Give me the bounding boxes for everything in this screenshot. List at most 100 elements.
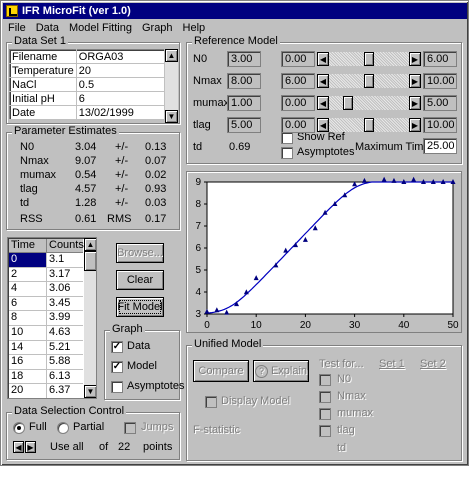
dataset-value[interactable]: 20 (76, 63, 166, 78)
slider-thumb[interactable] (364, 52, 374, 66)
dataset-value[interactable]: 13/02/1999 (76, 105, 166, 120)
slider-right-icon[interactable]: ▶ (409, 74, 421, 88)
data-table[interactable]: Time Counts 0 3.1 2 3.17 4 3.06 6 3.45 8 3.99 10 4.… (7, 237, 97, 399)
ref-value-field[interactable]: 1.00 (227, 95, 261, 111)
full-radio[interactable] (13, 422, 25, 434)
slider-thumb[interactable] (364, 118, 374, 132)
menu-graph[interactable]: Graph (137, 20, 178, 36)
ref-param-name: tlag (193, 119, 211, 131)
ref-min-field[interactable]: 0.00 (281, 117, 315, 133)
data-checkbox[interactable]: ✓ (111, 341, 123, 353)
explain-button[interactable]: ? Explain (253, 360, 309, 382)
max-time-input[interactable]: 25.00 (423, 138, 457, 154)
asymptotes-checkbox[interactable] (111, 381, 123, 393)
ref-max-field[interactable]: 5.00 (423, 95, 457, 111)
y-tick-label: 6 (195, 243, 201, 254)
test-checkbox[interactable] (319, 391, 331, 403)
ref-asymptotes-label: Asymptotes (297, 146, 355, 158)
slider-left-icon[interactable]: ◀ (317, 96, 329, 110)
dataset-value[interactable]: ORGA03 (76, 49, 166, 64)
reference-label: Reference Model (192, 35, 280, 47)
set2-link[interactable]: Set 2 (420, 358, 446, 370)
table-row[interactable]: 16 5.88 (9, 355, 83, 370)
jumps-checkbox[interactable] (124, 422, 136, 434)
table-row[interactable]: 0 3.1 (9, 253, 83, 268)
dataset-group: Data Set 1 Filename ORGA03 Temperature 20 … (6, 35, 180, 124)
ref-max-field[interactable]: 6.00 (423, 51, 457, 67)
scroll-down-icon[interactable]: ▼ (84, 385, 96, 398)
table-scrollbar[interactable]: ▲ ▼ (84, 238, 96, 398)
estimate-value: 9.07 (75, 155, 97, 167)
estimate-error: 0.03 (145, 197, 167, 209)
set1-link[interactable]: Set 1 (379, 358, 405, 370)
browse-button[interactable]: Browse... (116, 243, 164, 263)
menu-help[interactable]: Help (178, 20, 211, 36)
y-tick-label: 4 (195, 287, 201, 298)
table-row[interactable]: 2 3.17 (9, 267, 83, 283)
scroll-up-icon[interactable]: ▲ (165, 49, 178, 62)
ref-value-field[interactable]: 5.00 (227, 117, 261, 133)
table-row[interactable]: 6 3.45 (9, 296, 83, 312)
test-checkbox[interactable] (319, 425, 331, 437)
dataset-value[interactable]: 0.5 (76, 77, 166, 92)
menu-file[interactable]: File (3, 20, 31, 36)
ref-slider[interactable]: ◀ ▶ (317, 74, 421, 88)
ref-asymptotes-checkbox[interactable] (281, 147, 293, 159)
slider-left-icon[interactable]: ◀ (317, 52, 329, 66)
display-model-checkbox[interactable] (205, 396, 217, 408)
menu-model-fitting[interactable]: Model Fitting (64, 20, 137, 36)
prev-arrow-icon[interactable]: ◀ (13, 441, 24, 453)
slider-right-icon[interactable]: ▶ (409, 118, 421, 132)
table-row[interactable]: 14 5.21 (9, 340, 83, 356)
dataset-scrollbar[interactable]: ▲ ▼ (165, 49, 178, 123)
counts-cell: 6.37 (47, 384, 83, 398)
show-ref-checkbox[interactable] (281, 132, 293, 144)
compare-button[interactable]: Compare (193, 360, 249, 382)
chart-panel: 0 10 20 30 40 50 3 4 5 6 7 8 9 (186, 171, 462, 333)
estimate-error: 0.02 (145, 169, 167, 181)
estimate-pm: +/- (115, 169, 129, 181)
table-row[interactable]: 4 3.06 (9, 282, 83, 297)
table-row[interactable]: 20 6.37 (9, 384, 83, 398)
header-time[interactable]: Time (9, 239, 47, 253)
ref-min-field[interactable]: 0.00 (281, 95, 315, 111)
ref-min-field[interactable]: 0.00 (281, 51, 315, 67)
slider-thumb[interactable] (364, 74, 374, 88)
time-cell: 2 (9, 267, 47, 283)
counts-cell: 3.17 (47, 268, 83, 283)
estimate-row: Nmax 9.07 +/- 0.07 (7, 155, 177, 169)
ref-slider[interactable]: ◀ ▶ (317, 118, 421, 132)
scroll-down-icon[interactable]: ▼ (165, 110, 178, 123)
model-checkbox[interactable]: ✓ (111, 361, 123, 373)
clear-button[interactable]: Clear (116, 270, 164, 290)
scroll-up-icon[interactable]: ▲ (84, 238, 96, 251)
next-arrow-icon[interactable]: ▶ (25, 441, 36, 453)
test-checkbox[interactable] (319, 408, 331, 420)
point-count: 22 (118, 441, 131, 453)
ref-slider[interactable]: ◀ ▶ (317, 52, 421, 66)
table-row[interactable]: 8 3.99 (9, 311, 83, 326)
scroll-thumb[interactable] (84, 251, 96, 271)
slider-left-icon[interactable]: ◀ (317, 118, 329, 132)
fit-model-button[interactable]: Fit Model (116, 297, 164, 317)
menu-data[interactable]: Data (31, 20, 64, 36)
ref-value-field[interactable]: 3.00 (227, 51, 261, 67)
slider-thumb[interactable] (343, 96, 353, 110)
table-row[interactable]: 10 4.63 (9, 325, 83, 341)
ref-max-field[interactable]: 10.00 (423, 73, 457, 89)
test-checkbox[interactable] (319, 374, 331, 386)
partial-radio[interactable] (57, 422, 69, 434)
table-row[interactable]: 18 6.13 (9, 369, 83, 385)
ref-min-field[interactable]: 6.00 (281, 73, 315, 89)
estimate-error: 0.07 (145, 155, 167, 167)
slider-left-icon[interactable]: ◀ (317, 74, 329, 88)
data-point (411, 176, 417, 182)
slider-right-icon[interactable]: ▶ (409, 96, 421, 110)
ref-max-field[interactable]: 10.00 (423, 117, 457, 133)
ref-value-field[interactable]: 8.00 (227, 73, 261, 89)
ref-slider[interactable]: ◀ ▶ (317, 96, 421, 110)
unified-td-label: td (337, 442, 347, 454)
dataset-value[interactable]: 6 (76, 91, 166, 106)
header-counts[interactable]: Counts (47, 239, 84, 253)
slider-right-icon[interactable]: ▶ (409, 52, 421, 66)
